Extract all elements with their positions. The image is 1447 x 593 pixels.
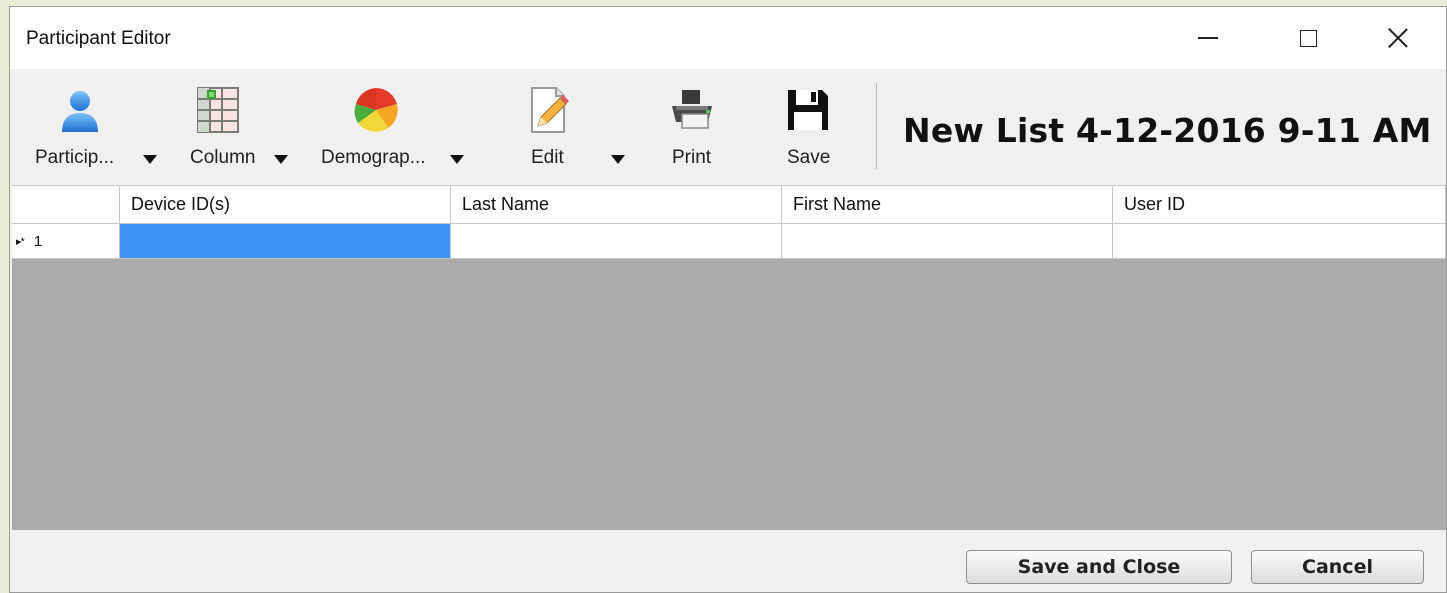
toolbar-separator xyxy=(876,83,877,169)
participant-grid[interactable]: Device ID(s) Last Name First Name User I… xyxy=(12,185,1446,531)
print-button[interactable]: Print xyxy=(660,81,740,173)
demographics-menu-button[interactable]: Demograp... xyxy=(318,81,478,173)
pie-chart-icon xyxy=(354,88,398,132)
window-title: Participant Editor xyxy=(26,28,171,49)
row-number: 1 xyxy=(33,232,43,250)
column-header-device-ids[interactable]: Device ID(s) xyxy=(120,186,451,224)
save-label: Save xyxy=(787,147,831,168)
cell-user-id[interactable] xyxy=(1113,224,1446,259)
list-title: New List 4-12-2016 9-11 AM xyxy=(903,111,1432,150)
cancel-button[interactable]: Cancel xyxy=(1251,550,1424,584)
grid-header-row: Device ID(s) Last Name First Name User I… xyxy=(12,186,1446,224)
column-menu-button[interactable]: Column xyxy=(186,81,301,173)
minimize-button[interactable] xyxy=(1162,7,1254,69)
person-icon xyxy=(62,91,98,132)
cell-last-name[interactable] xyxy=(451,224,782,259)
close-icon xyxy=(1388,28,1408,48)
column-label: Column xyxy=(190,147,256,168)
chevron-down-icon xyxy=(143,155,157,164)
edit-label: Edit xyxy=(531,147,564,168)
demographics-label: Demograp... xyxy=(321,147,426,168)
close-button[interactable] xyxy=(1352,7,1444,69)
floppy-disk-icon xyxy=(788,90,828,130)
chevron-down-icon xyxy=(450,155,464,164)
current-new-row-marker-icon: ▸* xyxy=(16,235,25,248)
maximize-icon xyxy=(1299,29,1317,47)
column-header-user-id[interactable]: User ID xyxy=(1113,186,1446,224)
save-and-close-button[interactable]: Save and Close xyxy=(966,550,1232,584)
print-label: Print xyxy=(672,147,712,168)
table-row: ▸* 1 xyxy=(12,224,1446,259)
toolbar: Particip... Column Demograp... Edit Prin… xyxy=(10,69,1446,185)
column-grid-icon xyxy=(197,87,239,133)
pencil-document-icon xyxy=(531,87,569,133)
chevron-down-icon xyxy=(274,155,288,164)
participants-menu-button[interactable]: Particip... xyxy=(30,81,170,173)
maximize-button[interactable] xyxy=(1262,7,1354,69)
chevron-down-icon xyxy=(611,155,625,164)
save-button[interactable]: Save xyxy=(770,81,850,173)
cell-first-name[interactable] xyxy=(782,224,1113,259)
participant-editor-window: Participant Editor Particip... Column De… xyxy=(9,6,1447,593)
column-header-last-name[interactable]: Last Name xyxy=(451,186,782,224)
printer-icon xyxy=(672,90,712,129)
minimize-icon xyxy=(1198,37,1218,39)
edit-menu-button[interactable]: Edit xyxy=(518,81,638,173)
participants-label: Particip... xyxy=(35,147,115,168)
row-header[interactable]: ▸* 1 xyxy=(12,224,120,259)
title-bar: Participant Editor xyxy=(10,7,1446,69)
footer: Save and Close Cancel xyxy=(10,530,1446,592)
row-header-corner[interactable] xyxy=(12,186,120,224)
column-header-first-name[interactable]: First Name xyxy=(782,186,1113,224)
cell-device-ids[interactable] xyxy=(120,224,451,259)
